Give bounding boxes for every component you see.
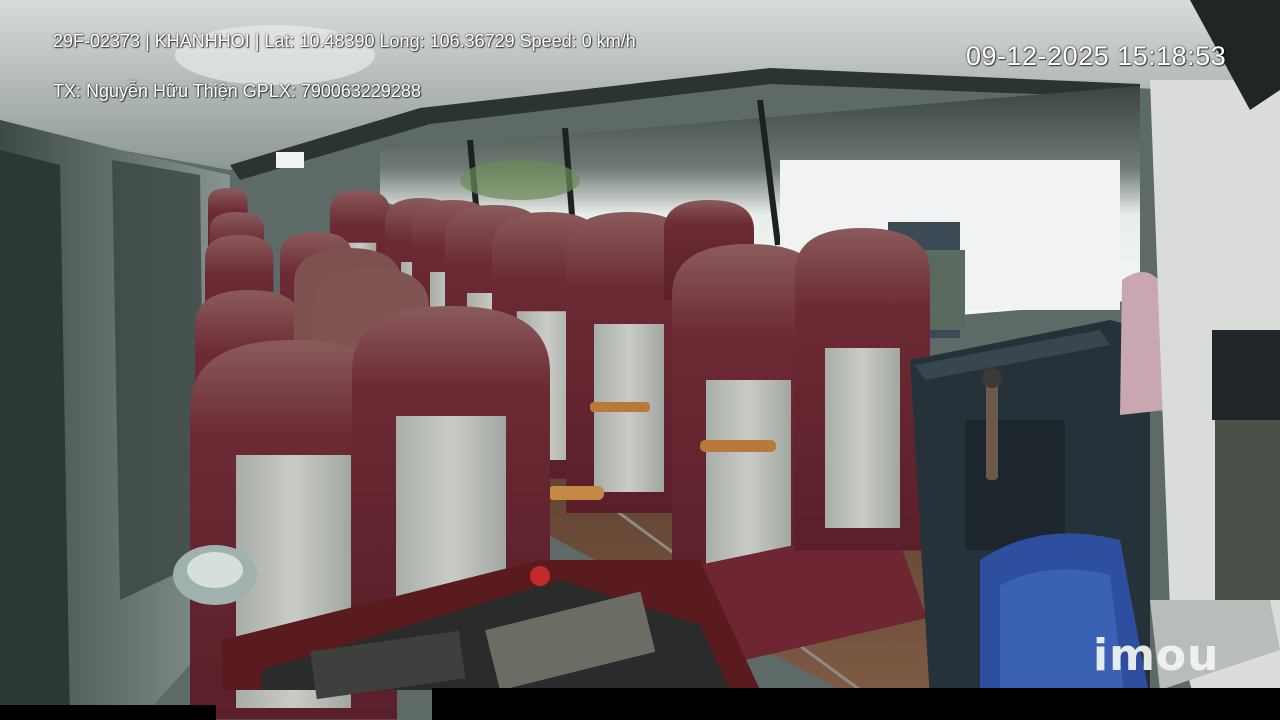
- imou-watermark-logo: imou: [1093, 630, 1220, 681]
- camera-frame: 29F-02373 | KHANHHOI | Lat: 10.48390 Lon…: [0, 0, 1280, 720]
- bottom-letterbox-right: [432, 688, 1280, 720]
- osd-vehicle-info: 29F-02373 | KHANHHOI | Lat: 10.48390 Lon…: [53, 31, 636, 51]
- bottom-letterbox-left: [0, 705, 216, 720]
- osd-driver-info: TX: Nguyễn Hữu Thiện GPLX: 790063229288: [53, 81, 421, 101]
- osd-timestamp: 09-12-2025 15:18:53: [966, 41, 1227, 71]
- bus-interior-scene: [0, 0, 1280, 720]
